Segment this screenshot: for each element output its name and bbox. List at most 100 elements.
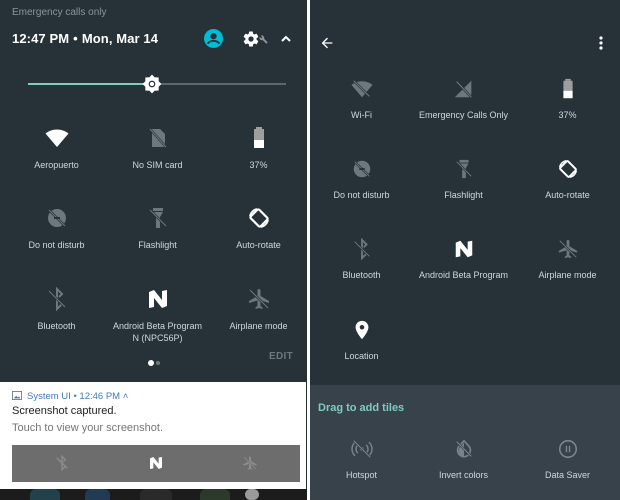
tile-emergency-calls-only[interactable]: Emergency Calls Only bbox=[412, 78, 515, 120]
airplane-off-icon bbox=[558, 239, 577, 259]
tile-flashlight[interactable]: Flashlight bbox=[106, 206, 209, 251]
do-not-disturb-off-icon bbox=[47, 209, 66, 227]
tile-hotspot[interactable]: Hotspot bbox=[310, 438, 413, 480]
tile-android-beta-program[interactable]: Android Beta Program bbox=[412, 238, 515, 280]
page-dot-active bbox=[148, 359, 154, 366]
image-icon bbox=[12, 391, 22, 400]
tile-label: Auto-rotate bbox=[236, 240, 281, 250]
tile-flashlight[interactable]: Flashlight bbox=[412, 158, 515, 200]
tile-auto-rotate[interactable]: Auto-rotate bbox=[516, 158, 619, 200]
gear-icon bbox=[243, 31, 259, 47]
tile-label: Bluetooth bbox=[37, 321, 76, 331]
tile-37[interactable]: 37% bbox=[207, 126, 309, 171]
date-time[interactable]: 12:47 PM • Mon, Mar 14 bbox=[12, 31, 158, 46]
tile-bluetooth[interactable]: Bluetooth bbox=[5, 287, 108, 332]
more-options-button[interactable] bbox=[598, 35, 604, 51]
notification-app: System UI bbox=[27, 391, 71, 402]
collapse-button[interactable] bbox=[279, 31, 293, 47]
settings-button[interactable] bbox=[242, 30, 268, 48]
auto-rotate-icon bbox=[248, 208, 269, 228]
battery-icon bbox=[253, 127, 264, 148]
tile-label: Aeropuerto bbox=[34, 160, 79, 170]
flashlight-off-icon bbox=[148, 208, 167, 228]
header-row: 12:47 PM • Mon, Mar 14 bbox=[12, 29, 309, 49]
tile-invert-colors[interactable]: Invert colors bbox=[412, 438, 515, 480]
auto-rotate-icon bbox=[558, 159, 577, 179]
tile-bluetooth[interactable]: Bluetooth bbox=[310, 238, 413, 280]
tile-wi-fi[interactable]: Wi-Fi bbox=[310, 78, 413, 120]
wrench-icon bbox=[259, 35, 268, 44]
tile-label: Android Beta Program N (NPC56P) bbox=[112, 321, 203, 343]
bluetooth-off-icon bbox=[353, 238, 370, 260]
tile-label: Flashlight bbox=[444, 190, 483, 200]
notification-title: Screenshot captured. bbox=[12, 405, 117, 417]
tile-location[interactable]: Location bbox=[310, 319, 413, 361]
android-n-icon bbox=[148, 290, 167, 308]
brightness-icon bbox=[142, 74, 162, 94]
notification-time: 12:46 PM bbox=[79, 391, 121, 402]
do-not-disturb-off-icon bbox=[353, 160, 370, 178]
android-n-icon bbox=[455, 240, 472, 258]
wifi-off-icon bbox=[350, 79, 373, 98]
tile-label: Auto-rotate bbox=[545, 190, 590, 200]
tile-do-not-disturb[interactable]: Do not disturb bbox=[310, 158, 413, 200]
flashlight-off-icon bbox=[455, 159, 472, 179]
wifi-icon bbox=[45, 129, 68, 147]
tile-label: Wi-Fi bbox=[351, 110, 372, 120]
tile-auto-rotate[interactable]: Auto-rotate bbox=[207, 206, 309, 251]
battery-icon bbox=[562, 78, 573, 99]
tile-label: Bluetooth bbox=[342, 270, 381, 280]
tile-label: Data Saver bbox=[544, 470, 591, 480]
no-sim-icon bbox=[148, 128, 167, 148]
add-tiles-title: Drag to add tiles bbox=[318, 402, 405, 414]
separator: • bbox=[73, 31, 78, 46]
expand-chevron-icon[interactable]: ˄ bbox=[123, 391, 129, 402]
tile-label: Android Beta Program bbox=[418, 270, 509, 280]
add-tiles-area: Drag to add tiles Hotspot Invert colors Da… bbox=[310, 385, 620, 500]
no-signal-icon bbox=[454, 80, 472, 99]
android-n-icon bbox=[150, 457, 162, 469]
tile-data-saver[interactable]: Data Saver bbox=[516, 438, 619, 480]
notification-card[interactable]: System UI • 12:46 PM ˄ Screenshot captur… bbox=[0, 382, 306, 490]
tile-37[interactable]: 37% bbox=[516, 78, 619, 120]
tile-do-not-disturb[interactable]: Do not disturb bbox=[5, 206, 108, 251]
tile-label: Do not disturb bbox=[28, 240, 85, 250]
quick-settings-panel: Emergency calls only 12:47 PM • Mon, Mar 1… bbox=[0, 0, 309, 500]
tile-label: Airplane mode bbox=[229, 321, 288, 331]
tile-label: Flashlight bbox=[138, 240, 177, 250]
data-saver-icon bbox=[558, 439, 577, 459]
tile-label: 37% bbox=[558, 110, 577, 120]
user-switcher-button[interactable] bbox=[204, 29, 223, 48]
bluetooth-off-icon bbox=[56, 455, 68, 471]
tile-label: 37% bbox=[249, 160, 268, 170]
edit-tiles-panel: Wi-Fi Emergency Calls Only 37% Do not distu… bbox=[310, 0, 620, 500]
tile-label: Hotspot bbox=[345, 470, 378, 480]
carrier-status: Emergency calls only bbox=[12, 7, 107, 18]
arrow-back-icon bbox=[321, 37, 333, 49]
hotspot-off-icon bbox=[350, 439, 373, 459]
tile-label: Do not disturb bbox=[333, 190, 390, 200]
date: Mon, Mar 14 bbox=[81, 31, 159, 46]
chevron-up-icon bbox=[281, 35, 291, 42]
tile-label: Invert colors bbox=[438, 470, 489, 480]
tile-no-sim-card[interactable]: No SIM card bbox=[106, 126, 209, 171]
page-indicator bbox=[148, 354, 160, 372]
home-screen-peek bbox=[0, 489, 307, 500]
airplane-off-icon bbox=[248, 289, 269, 309]
edit-button[interactable]: EDIT bbox=[269, 351, 293, 362]
tile-android-beta-program[interactable]: Android Beta Program N (NPC56P) bbox=[106, 287, 209, 344]
brightness-slider[interactable] bbox=[28, 74, 286, 94]
tile-label: Airplane mode bbox=[538, 270, 597, 280]
location-icon bbox=[355, 320, 368, 340]
brightness-thumb[interactable] bbox=[142, 74, 162, 94]
back-button[interactable] bbox=[319, 35, 335, 51]
bluetooth-off-icon bbox=[47, 287, 66, 311]
invert-colors-off-icon bbox=[455, 439, 472, 458]
clock: 12:47 PM bbox=[12, 31, 70, 46]
screenshot-preview[interactable] bbox=[12, 445, 300, 482]
airplane-off-icon bbox=[243, 456, 257, 470]
tile-airplane-mode[interactable]: Airplane mode bbox=[207, 287, 309, 332]
tile-label: Emergency Calls Only bbox=[418, 110, 509, 120]
tile-airplane-mode[interactable]: Airplane mode bbox=[516, 238, 619, 280]
tile-aeropuerto[interactable]: Aeropuerto bbox=[5, 126, 108, 171]
